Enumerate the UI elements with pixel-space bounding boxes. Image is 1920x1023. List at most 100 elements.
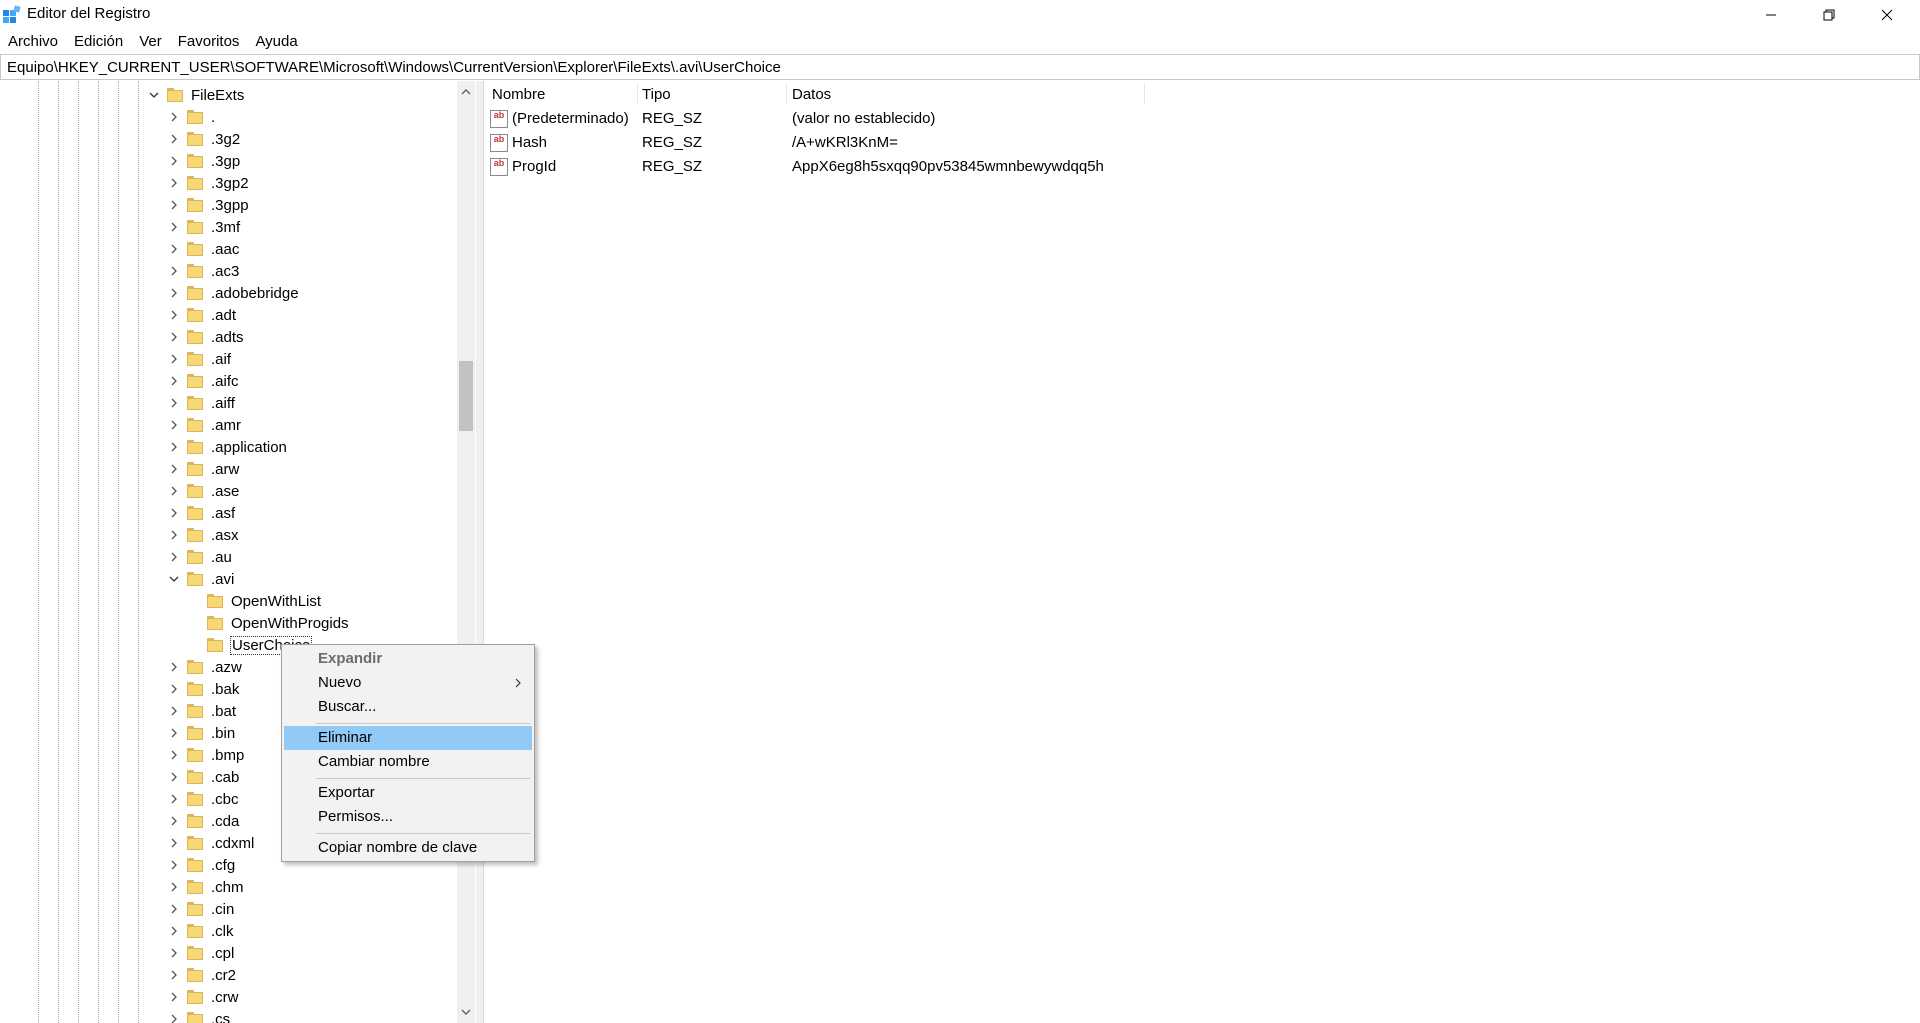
- tree-node[interactable]: .: [167, 106, 215, 128]
- chevron-down-icon[interactable]: [147, 88, 161, 102]
- chevron-right-icon[interactable]: [167, 770, 181, 784]
- tree-node[interactable]: .chm: [167, 876, 244, 898]
- chevron-right-icon[interactable]: [167, 242, 181, 256]
- chevron-right-icon[interactable]: [167, 462, 181, 476]
- tree-node[interactable]: .adts: [167, 326, 244, 348]
- tree-node[interactable]: .au: [167, 546, 232, 568]
- chevron-right-icon[interactable]: [167, 880, 181, 894]
- chevron-right-icon[interactable]: [167, 748, 181, 762]
- column-divider[interactable]: [637, 84, 638, 104]
- tree-node[interactable]: .3g2: [167, 128, 240, 150]
- tree-node[interactable]: .cdxml: [167, 832, 254, 854]
- close-button[interactable]: [1858, 0, 1916, 30]
- chevron-down-icon[interactable]: [167, 572, 181, 586]
- tree-node[interactable]: .clk: [167, 920, 234, 942]
- chevron-right-icon[interactable]: [167, 220, 181, 234]
- chevron-right-icon[interactable]: [167, 440, 181, 454]
- tree-node[interactable]: .cs: [167, 1008, 230, 1023]
- scroll-thumb[interactable]: [459, 361, 473, 431]
- chevron-right-icon[interactable]: [167, 858, 181, 872]
- tree-node[interactable]: .asx: [167, 524, 239, 546]
- menu-ver[interactable]: Ver: [131, 30, 170, 54]
- tree-node[interactable]: .3gp2: [167, 172, 249, 194]
- chevron-right-icon[interactable]: [167, 374, 181, 388]
- tree-node[interactable]: .bak: [167, 678, 239, 700]
- pane-splitter[interactable]: [476, 81, 484, 1023]
- tree-node[interactable]: .cab: [167, 766, 239, 788]
- tree-node[interactable]: .adt: [167, 304, 236, 326]
- chevron-right-icon[interactable]: [167, 1012, 181, 1023]
- chevron-right-icon[interactable]: [167, 836, 181, 850]
- tree-node[interactable]: .adobebridge: [167, 282, 299, 304]
- tree-node[interactable]: .ac3: [167, 260, 239, 282]
- tree-scrollbar[interactable]: [457, 81, 475, 1023]
- chevron-right-icon[interactable]: [167, 946, 181, 960]
- chevron-right-icon[interactable]: [167, 484, 181, 498]
- tree-node[interactable]: .bat: [167, 700, 236, 722]
- chevron-right-icon[interactable]: [167, 924, 181, 938]
- tree-node[interactable]: .aif: [167, 348, 231, 370]
- chevron-right-icon[interactable]: [167, 968, 181, 982]
- chevron-right-icon[interactable]: [167, 682, 181, 696]
- tree-node[interactable]: .cr2: [167, 964, 236, 986]
- chevron-right-icon[interactable]: [167, 154, 181, 168]
- chevron-right-icon[interactable]: [167, 286, 181, 300]
- chevron-right-icon[interactable]: [167, 506, 181, 520]
- column-divider[interactable]: [786, 84, 787, 104]
- value-row[interactable]: ab (Predeterminado) REG_SZ (valor no est…: [484, 108, 1884, 130]
- tree-node[interactable]: .application: [167, 436, 287, 458]
- chevron-right-icon[interactable]: [167, 198, 181, 212]
- tree-node[interactable]: .azw: [167, 656, 242, 678]
- tree-node[interactable]: .3gpp: [167, 194, 249, 216]
- chevron-right-icon[interactable]: [167, 704, 181, 718]
- tree-node[interactable]: .cbc: [167, 788, 239, 810]
- chevron-right-icon[interactable]: [167, 902, 181, 916]
- tree-node[interactable]: FileExts: [147, 84, 244, 106]
- value-row[interactable]: ab Hash REG_SZ /A+wKRl3KnM=: [484, 132, 1884, 154]
- chevron-right-icon[interactable]: [167, 550, 181, 564]
- menu-item-copy-key-name[interactable]: Copiar nombre de clave: [284, 836, 532, 860]
- chevron-right-icon[interactable]: [167, 726, 181, 740]
- chevron-right-icon[interactable]: [167, 352, 181, 366]
- chevron-right-icon[interactable]: [167, 660, 181, 674]
- tree-node[interactable]: .crw: [167, 986, 239, 1008]
- chevron-right-icon[interactable]: [167, 792, 181, 806]
- chevron-right-icon[interactable]: [167, 396, 181, 410]
- tree-node[interactable]: .cda: [167, 810, 239, 832]
- column-header-type[interactable]: Tipo: [642, 86, 671, 103]
- chevron-right-icon[interactable]: [167, 264, 181, 278]
- chevron-right-icon[interactable]: [167, 132, 181, 146]
- address-path[interactable]: Equipo\HKEY_CURRENT_USER\SOFTWARE\Micros…: [7, 59, 781, 76]
- chevron-right-icon[interactable]: [167, 990, 181, 1004]
- tree-node[interactable]: .aac: [167, 238, 239, 260]
- menu-item-permissions[interactable]: Permisos...: [284, 805, 532, 829]
- chevron-right-icon[interactable]: [167, 528, 181, 542]
- column-header-data[interactable]: Datos: [792, 86, 831, 103]
- tree-node[interactable]: OpenWithProgids: [187, 612, 349, 634]
- column-divider[interactable]: [1144, 84, 1145, 104]
- tree-node[interactable]: .3mf: [167, 216, 240, 238]
- tree-node[interactable]: .aifc: [167, 370, 239, 392]
- tree-node[interactable]: .cpl: [167, 942, 234, 964]
- menu-item-new[interactable]: Nuevo: [284, 671, 532, 695]
- menu-item-delete[interactable]: Eliminar: [284, 726, 532, 750]
- menu-item-rename[interactable]: Cambiar nombre: [284, 750, 532, 774]
- chevron-right-icon[interactable]: [167, 418, 181, 432]
- chevron-right-icon[interactable]: [167, 330, 181, 344]
- tree-node[interactable]: .arw: [167, 458, 239, 480]
- menu-edicion[interactable]: Edición: [66, 30, 131, 54]
- tree-node[interactable]: .aiff: [167, 392, 235, 414]
- scroll-up-button[interactable]: [457, 83, 475, 101]
- tree-node[interactable]: .bin: [167, 722, 235, 744]
- minimize-button[interactable]: [1742, 0, 1800, 30]
- tree-node[interactable]: OpenWithList: [187, 590, 321, 612]
- tree-node[interactable]: .avi: [167, 568, 234, 590]
- tree-node[interactable]: .bmp: [167, 744, 244, 766]
- menu-favoritos[interactable]: Favoritos: [170, 30, 248, 54]
- menu-item-export[interactable]: Exportar: [284, 781, 532, 805]
- menu-item-find[interactable]: Buscar...: [284, 695, 532, 719]
- tree-node[interactable]: .asf: [167, 502, 235, 524]
- tree-node[interactable]: .amr: [167, 414, 241, 436]
- menu-ayuda[interactable]: Ayuda: [247, 30, 305, 54]
- scroll-down-button[interactable]: [457, 1003, 475, 1021]
